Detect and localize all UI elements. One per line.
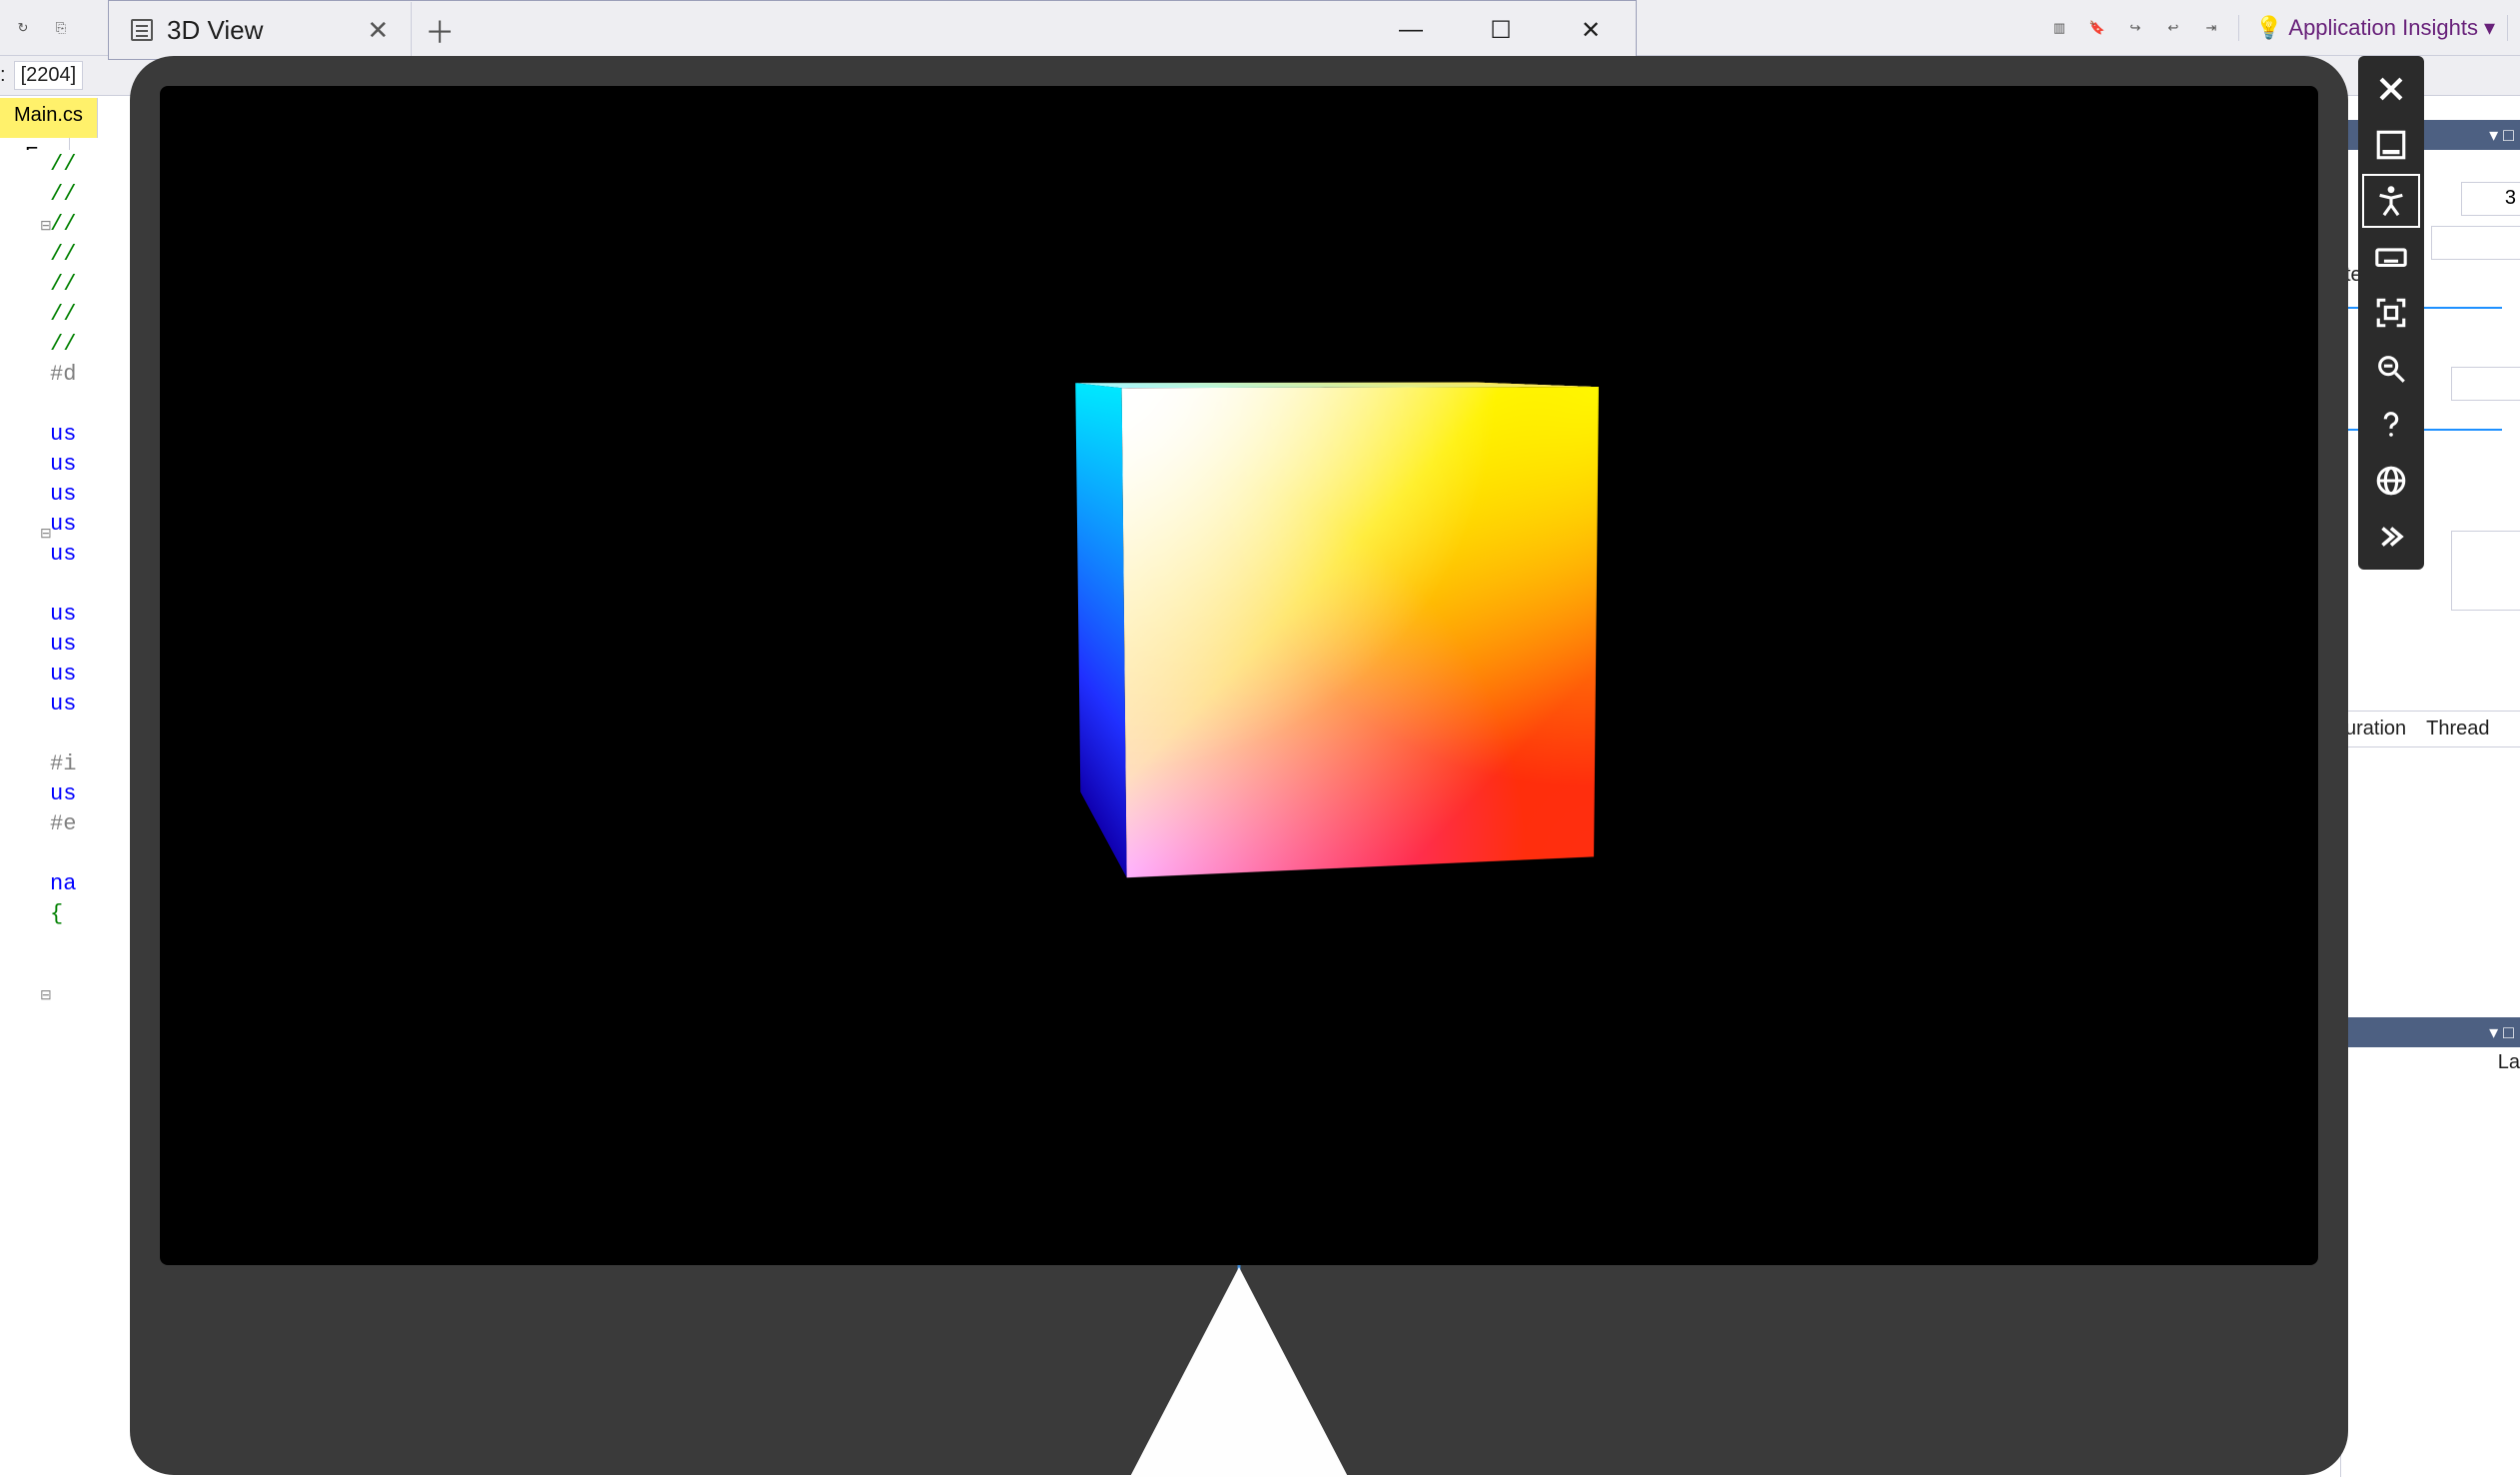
rgb-cube xyxy=(1099,386,1619,835)
toolbar-icon[interactable]: ▥ xyxy=(2044,13,2074,43)
table-headers: uration Thread xyxy=(2341,711,2520,747)
code-gutter: ⊟ ⊟ ⊟ //////////////#d ususususus ususus… xyxy=(0,150,100,1477)
input-field[interactable] xyxy=(2431,226,2520,260)
close-icon[interactable] xyxy=(2362,62,2420,116)
tab-title: 3D View xyxy=(167,15,263,46)
ide-doc-tabs: Main.cs xyxy=(0,98,98,138)
pid-prefix: : xyxy=(0,64,6,87)
toolbar-icon[interactable]: ↪ xyxy=(2120,13,2150,43)
application-insights-button[interactable]: 💡 Application Insights ▾ xyxy=(2255,15,2495,41)
outline-toggle[interactable]: ⊟ xyxy=(40,981,52,1011)
col-header[interactable]: Thread xyxy=(2426,718,2489,740)
outline-toggle[interactable]: ⊟ xyxy=(40,212,52,242)
dropdown-caret-icon: ▾ xyxy=(2484,15,2495,41)
input-field[interactable] xyxy=(2451,531,2520,611)
app-insights-label: Application Insights xyxy=(2288,15,2478,41)
bulb-icon: 💡 xyxy=(2255,15,2282,41)
numeric-field[interactable]: 3 xyxy=(2461,182,2520,216)
emulator-toolbar xyxy=(2358,56,2424,570)
more-icon[interactable] xyxy=(2362,510,2420,564)
pid-value: [2204] xyxy=(14,61,84,90)
minimize-window-button[interactable]: — xyxy=(1366,2,1456,58)
col-header[interactable]: uration xyxy=(2345,718,2406,740)
hololens-emulator-frame xyxy=(130,56,2348,1475)
accessibility-icon[interactable] xyxy=(2362,174,2420,228)
window-tabbar: 3D View ✕ ＋ — ☐ ✕ xyxy=(109,1,1636,59)
input-field[interactable] xyxy=(2451,367,2520,401)
outline-toggle[interactable]: ⊟ xyxy=(40,520,52,550)
maximize-window-button[interactable]: ☐ xyxy=(1456,2,1546,58)
network-icon[interactable] xyxy=(2362,454,2420,508)
bookmark-icon[interactable]: 🔖 xyxy=(2082,13,2112,43)
separator xyxy=(2507,15,2508,41)
toolbar-icon[interactable]: ↩ xyxy=(2158,13,2188,43)
doc-tab-active[interactable]: Main.cs xyxy=(0,98,98,138)
refresh-icon[interactable]: ↻ xyxy=(8,13,38,43)
keyboard-icon[interactable] xyxy=(2362,230,2420,284)
toolbar-icon[interactable]: ⇥ xyxy=(2196,13,2226,43)
fit-screen-icon[interactable] xyxy=(2362,286,2420,340)
panel-header[interactable]: ▾ □ xyxy=(2341,1017,2520,1047)
nose-cutout xyxy=(1109,1267,1369,1477)
window-tab-3dview[interactable]: 3D View ✕ xyxy=(109,2,412,58)
help-icon[interactable] xyxy=(2362,398,2420,452)
minimize-icon[interactable] xyxy=(2362,118,2420,172)
3d-view-window: 3D View ✕ ＋ — ☐ ✕ xyxy=(108,0,1637,60)
document-icon xyxy=(131,19,153,41)
zoom-icon[interactable] xyxy=(2362,342,2420,396)
lang-label: La xyxy=(2341,1047,2520,1074)
emulator-screen[interactable] xyxy=(160,86,2318,1265)
toolbar-icon[interactable]: ⎘ xyxy=(46,13,76,43)
new-tab-button[interactable]: ＋ xyxy=(412,8,468,52)
close-tab-icon[interactable]: ✕ xyxy=(367,15,389,46)
close-window-button[interactable]: ✕ xyxy=(1546,2,1636,58)
separator xyxy=(2238,15,2239,41)
